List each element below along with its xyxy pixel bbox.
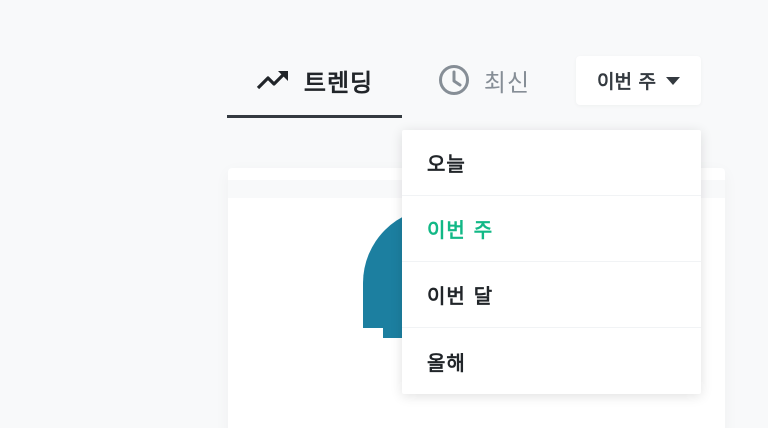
period-select-label: 이번 주 [596,71,657,93]
caret-down-icon [666,76,681,85]
period-select-button[interactable]: 이번 주 [576,56,701,105]
clock-icon [438,64,470,96]
period-option-this-year[interactable]: 올해 [402,328,701,394]
period-option-this-month[interactable]: 이번 달 [402,262,701,328]
feed-tabs: 트렌딩 최신 [227,52,566,118]
tab-recent[interactable]: 최신 [402,52,566,118]
trending-up-icon [256,69,290,91]
tab-trending-label: 트렌딩 [303,68,374,97]
period-option-this-week[interactable]: 이번 주 [402,196,701,262]
period-dropdown-menu: 오늘 이번 주 이번 달 올해 [402,130,701,394]
tab-recent-label: 최신 [483,68,531,97]
active-tab-indicator [227,115,402,118]
period-option-today[interactable]: 오늘 [402,130,701,196]
tab-trending[interactable]: 트렌딩 [227,52,402,118]
page: 트렌딩 최신 이번 주 오늘 이번 주 이번 달 올해 [0,0,768,428]
